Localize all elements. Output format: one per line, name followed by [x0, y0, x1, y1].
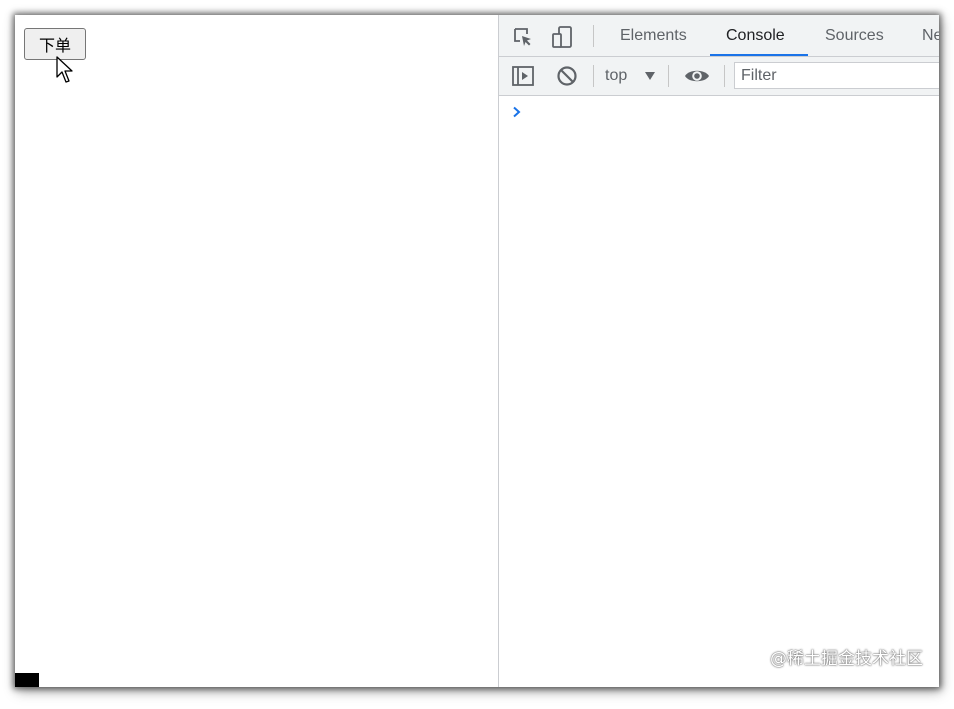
toolbar-divider: [593, 65, 594, 87]
black-block: [15, 673, 39, 687]
toolbar-divider: [593, 25, 594, 47]
page-viewport: 下单: [15, 15, 498, 687]
filter-input[interactable]: [734, 62, 939, 89]
console-toolbar: top: [499, 57, 939, 96]
live-expression-eye-icon[interactable]: [684, 64, 710, 88]
tab-elements[interactable]: Elements: [620, 15, 687, 56]
active-tab-indicator: [710, 54, 808, 56]
console-prompt-chevron-icon[interactable]: [512, 106, 522, 118]
watermark: @稀土掘金技术社区: [770, 649, 923, 669]
tab-console[interactable]: Console: [726, 15, 785, 56]
dropdown-arrow-icon[interactable]: [644, 70, 656, 82]
context-selector[interactable]: top: [605, 57, 627, 95]
device-toolbar-icon[interactable]: [551, 25, 575, 49]
browser-window: 下单 Elements Console Sources Ne top Filte…: [15, 15, 939, 687]
mouse-pointer-icon: [56, 56, 73, 83]
tab-sources[interactable]: Sources: [825, 15, 884, 56]
toolbar-divider: [724, 65, 725, 87]
devtools-tabbar: Elements Console Sources Ne: [499, 15, 939, 57]
tab-network[interactable]: Ne: [922, 15, 939, 56]
place-order-button[interactable]: 下单: [24, 28, 86, 60]
show-sidebar-icon[interactable]: [511, 64, 535, 88]
devtools-panel: Elements Console Sources Ne top: [498, 15, 939, 687]
clear-console-icon[interactable]: [555, 64, 579, 88]
toolbar-divider: [668, 65, 669, 87]
inspect-element-icon[interactable]: [511, 25, 535, 49]
